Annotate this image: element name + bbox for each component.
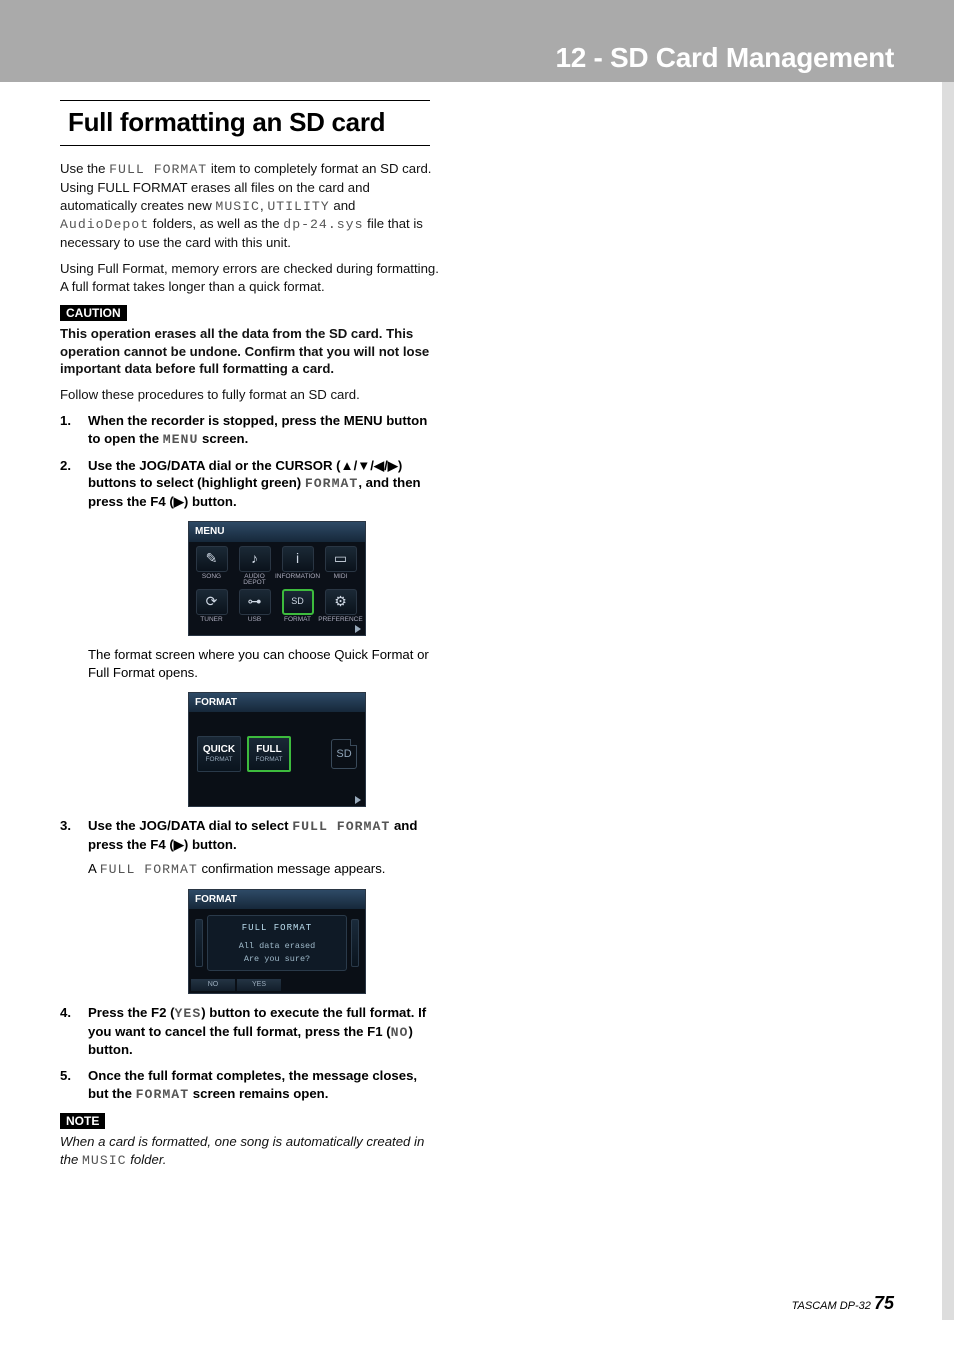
song-icon: ✎ — [206, 549, 218, 568]
preference-icon: ⚙ — [334, 592, 347, 611]
menu-screenshot: MENU ✎SONG ♪AUDIO DEPOT iINFORMATION ▭MI… — [188, 521, 440, 636]
follow-text: Follow these procedures to fully format … — [60, 386, 440, 404]
format-icon: SD — [291, 595, 304, 607]
section-title: Full formatting an SD card — [60, 100, 430, 146]
information-icon: i — [296, 549, 299, 568]
format-screenshot-title: FORMAT — [189, 693, 365, 713]
right-margin-rail — [942, 82, 954, 1320]
step-5: 5. Once the full format completes, the m… — [60, 1067, 440, 1104]
confirm-screenshot: FORMAT FULL FORMAT All data erased Are y… — [188, 889, 440, 994]
confirm-screenshot-title: FORMAT — [189, 890, 365, 910]
full-format-option: FULLFORMAT — [247, 736, 291, 772]
note-text: When a card is formatted, one song is au… — [60, 1133, 440, 1170]
chapter-title: 12 - SD Card Management — [555, 42, 894, 74]
step-2: 2. Use the JOG/DATA dial or the CURSOR (… — [60, 457, 440, 808]
menu-screenshot-title: MENU — [189, 522, 365, 542]
intro-paragraph-2: Using Full Format, memory errors are che… — [60, 260, 440, 296]
midi-icon: ▭ — [334, 549, 347, 568]
page-top-tab — [0, 0, 70, 28]
chapter-header: 12 - SD Card Management — [0, 0, 954, 82]
audio-depot-icon: ♪ — [251, 549, 258, 568]
note-label: NOTE — [60, 1113, 105, 1129]
step-2-followup: The format screen where you can choose Q… — [88, 646, 440, 682]
confirm-panel-title: FULL FORMAT — [214, 922, 340, 934]
step-4: 4. Press the F2 (YES) button to execute … — [60, 1004, 440, 1059]
left-tab-icon — [195, 919, 203, 967]
confirm-line-2: Are you sure? — [214, 953, 340, 966]
usb-icon: ⊶ — [248, 592, 262, 611]
quick-format-option: QUICKFORMAT — [197, 736, 241, 772]
caution-text: This operation erases all the data from … — [60, 325, 440, 378]
confirm-yes-button: YES — [237, 979, 281, 991]
footer-brand: TASCAM DP-32 — [792, 1300, 874, 1312]
intro-paragraph-1: Use the FULL FORMAT item to completely f… — [60, 160, 440, 252]
right-tab-icon — [351, 919, 359, 967]
format-options-screenshot: FORMAT QUICKFORMAT FULLFORMAT SD — [188, 692, 440, 808]
confirm-line-1: All data erased — [214, 940, 340, 953]
step-3: 3. Use the JOG/DATA dial to select FULL … — [60, 817, 440, 994]
page-footer: TASCAM DP-32 75 — [792, 1293, 894, 1314]
tuner-icon: ⟳ — [206, 592, 218, 611]
page-number: 75 — [874, 1293, 894, 1313]
triangle-right-icon — [355, 625, 361, 633]
step-1: 1. When the recorder is stopped, press t… — [60, 412, 440, 449]
triangle-right-icon — [355, 796, 361, 804]
caution-label: CAUTION — [60, 305, 127, 321]
sd-card-icon: SD — [331, 739, 357, 769]
step-3-followup: A FULL FORMAT confirmation message appea… — [88, 860, 440, 879]
confirm-no-button: NO — [191, 979, 235, 991]
